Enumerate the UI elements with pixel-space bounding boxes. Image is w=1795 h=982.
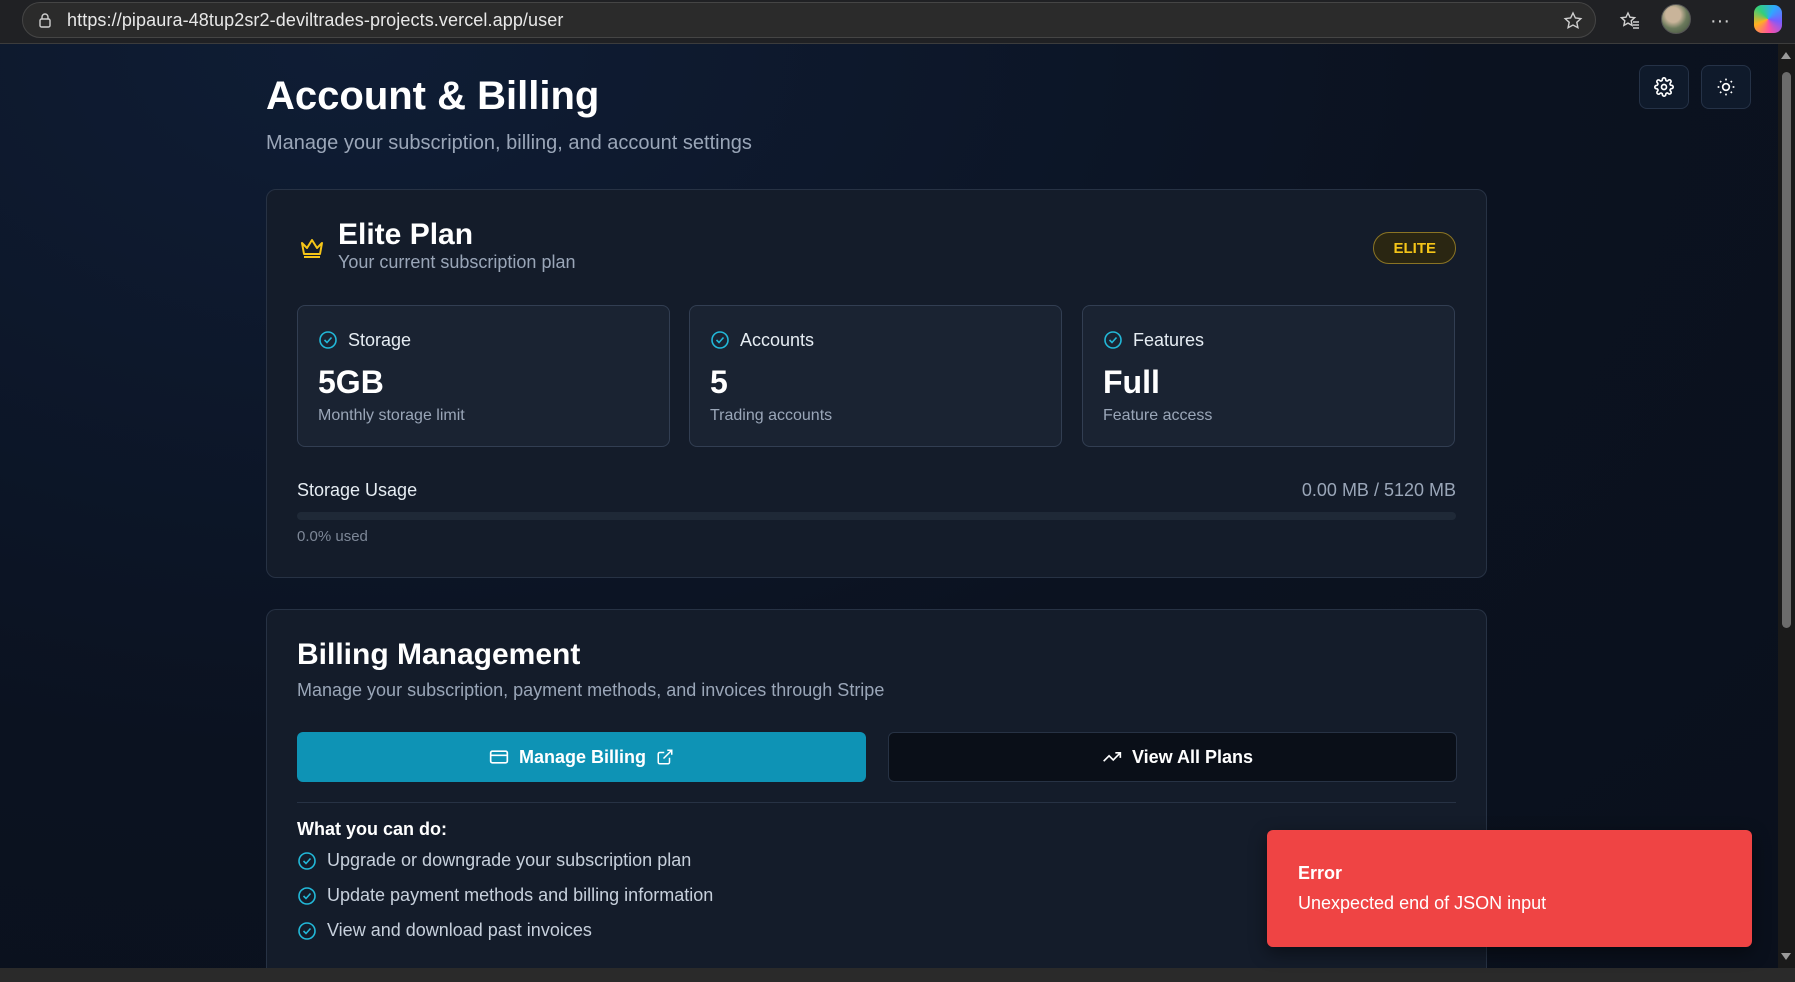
manage-billing-button[interactable]: Manage Billing xyxy=(297,732,866,782)
toast-message: Unexpected end of JSON input xyxy=(1298,893,1547,913)
plan-name: Elite Plan xyxy=(338,218,474,251)
check-circle-icon xyxy=(298,921,316,940)
error-toast[interactable]: Error Unexpected end of JSON input xyxy=(1267,830,1752,947)
external-link-icon xyxy=(657,749,673,765)
plan-subtitle: Your current subscription plan xyxy=(338,252,576,272)
list-item-text: Upgrade or downgrade your subscription p… xyxy=(327,850,692,870)
horizontal-scroll-area xyxy=(0,968,1795,982)
stat-card-accounts: Accounts 5 Trading accounts xyxy=(689,305,1062,447)
list-item-text: View and download past invoices xyxy=(327,920,592,940)
storage-usage-percent: 0.0% used xyxy=(297,528,368,545)
stat-label: Storage xyxy=(348,330,412,350)
address-bar[interactable]: https://pipaura-48tup2sr2-deviltrades-pr… xyxy=(22,2,1596,38)
plan-badge: ELITE xyxy=(1373,232,1456,264)
capabilities-heading: What you can do: xyxy=(297,819,447,839)
settings-button[interactable] xyxy=(1639,65,1689,109)
gear-icon xyxy=(1654,77,1674,97)
stat-card-features: Features Full Feature access xyxy=(1082,305,1455,447)
stat-value: Full xyxy=(1103,364,1160,400)
toast-title: Error xyxy=(1298,863,1343,883)
view-all-plans-button[interactable]: View All Plans xyxy=(888,732,1457,782)
copilot-icon[interactable] xyxy=(1754,5,1782,33)
more-options-icon[interactable]: ··· xyxy=(1708,9,1732,33)
lock-icon xyxy=(39,13,51,28)
theme-toggle-button[interactable] xyxy=(1701,65,1751,109)
check-circle-icon xyxy=(298,886,316,905)
stat-description: Monthly storage limit xyxy=(318,407,465,424)
stat-card-storage: Storage 5GB Monthly storage limit xyxy=(297,305,670,447)
favorites-icon[interactable] xyxy=(1618,9,1642,33)
check-circle-icon xyxy=(319,331,337,349)
scroll-down-arrow[interactable] xyxy=(1781,953,1791,960)
list-item: View and download past invoices xyxy=(297,920,592,941)
stat-value: 5GB xyxy=(318,364,384,400)
page-title: Account & Billing xyxy=(266,74,600,118)
profile-avatar[interactable] xyxy=(1661,4,1691,34)
stat-value: 5 xyxy=(710,364,728,400)
divider xyxy=(297,802,1456,803)
favorite-star-icon[interactable] xyxy=(1563,11,1583,31)
scrollbar-thumb[interactable] xyxy=(1782,72,1791,628)
stat-label: Features xyxy=(1133,330,1205,350)
sun-icon xyxy=(1717,78,1735,96)
billing-title: Billing Management xyxy=(297,638,581,671)
check-circle-icon xyxy=(711,331,729,349)
vertical-scrollbar[interactable] xyxy=(1778,44,1795,968)
browser-toolbar: https://pipaura-48tup2sr2-deviltrades-pr… xyxy=(0,0,1795,44)
scroll-up-arrow[interactable] xyxy=(1781,52,1791,59)
manage-billing-label: Manage Billing xyxy=(518,746,646,767)
storage-progress-bar xyxy=(297,512,1456,520)
storage-usage-label: Storage Usage xyxy=(297,480,418,500)
plan-card: Elite Plan Your current subscription pla… xyxy=(266,189,1487,578)
address-url[interactable]: https://pipaura-48tup2sr2-deviltrades-pr… xyxy=(67,10,563,31)
stat-description: Feature access xyxy=(1103,407,1213,424)
trending-up-icon xyxy=(1103,752,1122,762)
page-subtitle: Manage your subscription, billing, and a… xyxy=(266,132,752,154)
view-all-plans-label: View All Plans xyxy=(1131,746,1254,767)
storage-usage-value: 0.00 MB / 5120 MB xyxy=(1301,480,1456,500)
crown-icon xyxy=(301,239,323,258)
check-circle-icon xyxy=(1104,331,1122,349)
stat-description: Trading accounts xyxy=(710,407,833,424)
list-item: Update payment methods and billing infor… xyxy=(297,885,713,906)
stat-label: Accounts xyxy=(740,330,815,350)
list-item: Upgrade or downgrade your subscription p… xyxy=(297,850,691,871)
billing-subtitle: Manage your subscription, payment method… xyxy=(297,680,885,700)
check-circle-icon xyxy=(298,851,316,870)
list-item-text: Update payment methods and billing infor… xyxy=(327,885,714,905)
credit-card-icon xyxy=(489,750,509,764)
